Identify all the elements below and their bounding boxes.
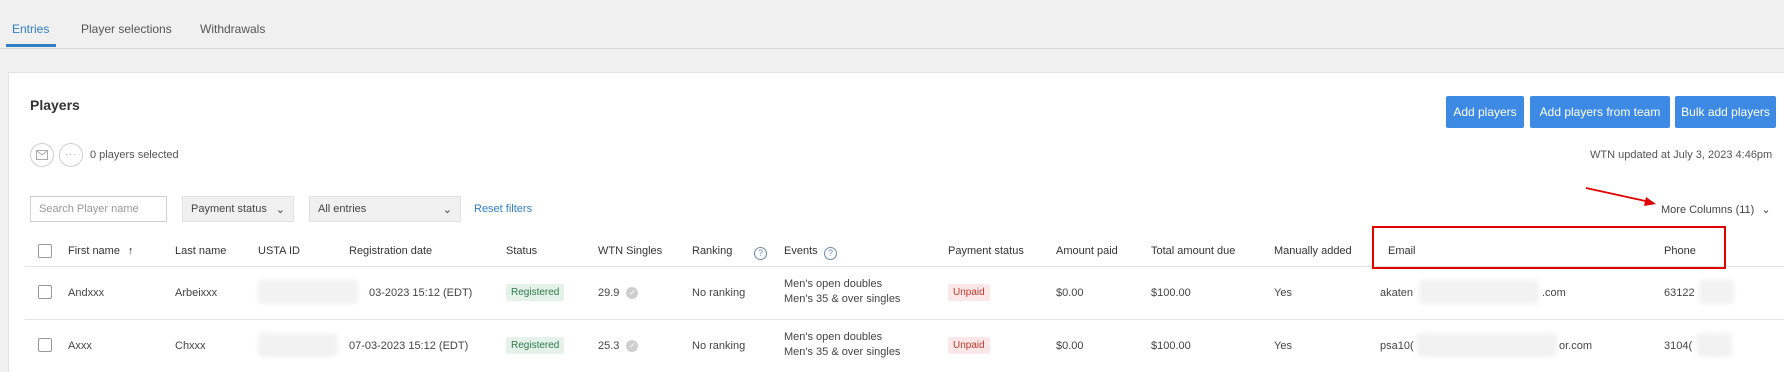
header-first-name[interactable]: First name ↑ [68, 245, 134, 257]
ranking-cell: No ranking [692, 340, 746, 352]
amount-paid-cell: $0.00 [1056, 287, 1084, 299]
annotation-highlight-box [1372, 226, 1726, 269]
phone-cell: 3104( [1664, 340, 1693, 352]
search-input[interactable]: Search Player name [30, 196, 167, 222]
tab-bar: Entries Player selections Withdrawals [0, 0, 1784, 49]
header-first-name-label: First name [68, 245, 120, 257]
wtn-value: 29.9 [598, 287, 620, 299]
ranking-cell: No ranking [692, 287, 746, 299]
bulk-add-players-button[interactable]: Bulk add players [1675, 96, 1776, 128]
ranking-help-icon[interactable]: ? [754, 245, 767, 260]
add-players-from-team-button[interactable]: Add players from team [1530, 96, 1670, 128]
last-name-cell: Chxxx [175, 340, 206, 352]
first-name-cell: Andxxx [68, 287, 105, 299]
header-usta-id[interactable]: USTA ID [258, 245, 300, 257]
header-last-name[interactable]: Last name [175, 245, 226, 257]
redacted-email [1417, 333, 1557, 357]
header-events[interactable]: Events [784, 245, 818, 257]
annotation-arrow [1585, 187, 1656, 206]
manually-added-cell: Yes [1274, 340, 1292, 352]
check-icon: ✓ [626, 340, 639, 353]
wtn-cell: 29.9 ✓ [598, 287, 639, 300]
email-cell-end: or.com [1559, 340, 1593, 352]
row-checkbox[interactable] [38, 285, 52, 299]
payment-badge: Unpaid [948, 337, 990, 354]
registration-date-cell: 03-2023 15:12 (EDT) [369, 287, 473, 299]
tab-entries[interactable]: Entries [12, 22, 49, 36]
chevron-down-icon: ⌄ [442, 204, 452, 216]
players-panel: Players Add players Add players from tea… [8, 72, 1784, 372]
entries-filter[interactable]: All entries ⌄ [309, 196, 461, 222]
row-divider [25, 319, 1784, 320]
add-players-button[interactable]: Add players [1446, 96, 1524, 128]
total-due-cell: $100.00 [1151, 340, 1191, 352]
header-payment-status[interactable]: Payment status [948, 245, 1024, 257]
redacted-usta-id [258, 333, 338, 357]
first-name-cell: Axxx [68, 340, 92, 352]
event-cell: Men's open doubles [784, 278, 883, 290]
payment-badge: Unpaid [948, 284, 990, 301]
payment-status-filter-label: Payment status [191, 203, 267, 215]
check-icon: ✓ [626, 287, 639, 300]
status-badge: Registered [506, 284, 565, 301]
more-columns-toggle[interactable]: More Columns (11) ⌄ [1661, 203, 1771, 216]
header-registration-date[interactable]: Registration date [349, 245, 432, 257]
redacted-email [1419, 280, 1539, 304]
header-status[interactable]: Status [506, 245, 537, 257]
email-cell-start: akaten [1380, 287, 1414, 299]
row-checkbox[interactable] [38, 338, 52, 352]
event-cell: Men's 35 & over singles [784, 346, 901, 358]
manually-added-cell: Yes [1274, 287, 1292, 299]
header-ranking[interactable]: Ranking [692, 245, 732, 257]
chevron-down-icon: ⌄ [1761, 204, 1771, 216]
selected-count: 0 players selected [90, 149, 179, 161]
event-cell: Men's open doubles [784, 331, 883, 343]
redacted-phone [1699, 280, 1734, 304]
select-all-checkbox[interactable] [38, 244, 52, 258]
tab-withdrawals[interactable]: Withdrawals [200, 22, 265, 36]
total-due-cell: $100.00 [1151, 287, 1191, 299]
last-name-cell: Arbeixxx [175, 287, 218, 299]
entries-filter-label: All entries [318, 203, 367, 215]
active-tab-indicator [6, 44, 56, 47]
header-wtn-singles[interactable]: WTN Singles [598, 245, 662, 257]
payment-status-filter[interactable]: Payment status ⌄ [182, 196, 294, 222]
more-actions-icon[interactable]: ··· [59, 143, 83, 167]
panel-title: Players [30, 97, 80, 113]
header-total-amount-due[interactable]: Total amount due [1151, 245, 1235, 257]
sort-up-icon: ↑ [128, 245, 134, 257]
email-cell-start: psa10( [1380, 340, 1414, 352]
tab-player-selections[interactable]: Player selections [81, 22, 172, 36]
email-cell-end: .com [1542, 287, 1566, 299]
wtn-cell: 25.3 ✓ [598, 340, 639, 353]
header-amount-paid[interactable]: Amount paid [1056, 245, 1118, 257]
header-manually-added[interactable]: Manually added [1274, 245, 1352, 257]
more-columns-label: More Columns (11) [1661, 204, 1755, 216]
redacted-phone [1697, 333, 1732, 357]
email-icon[interactable] [30, 143, 54, 167]
reset-filters-link[interactable]: Reset filters [474, 203, 532, 215]
chevron-down-icon: ⌄ [275, 204, 285, 216]
wtn-updated-text: WTN updated at July 3, 2023 4:46pm [1590, 149, 1773, 161]
redacted-usta-id [258, 280, 358, 304]
phone-cell: 63122 [1664, 287, 1695, 299]
event-cell: Men's 35 & over singles [784, 293, 901, 305]
status-badge: Registered [506, 337, 565, 354]
amount-paid-cell: $0.00 [1056, 340, 1084, 352]
events-help-icon[interactable]: ? [824, 245, 837, 260]
registration-date-cell: 07-03-2023 15:12 (EDT) [349, 340, 469, 352]
wtn-value: 25.3 [598, 340, 620, 352]
